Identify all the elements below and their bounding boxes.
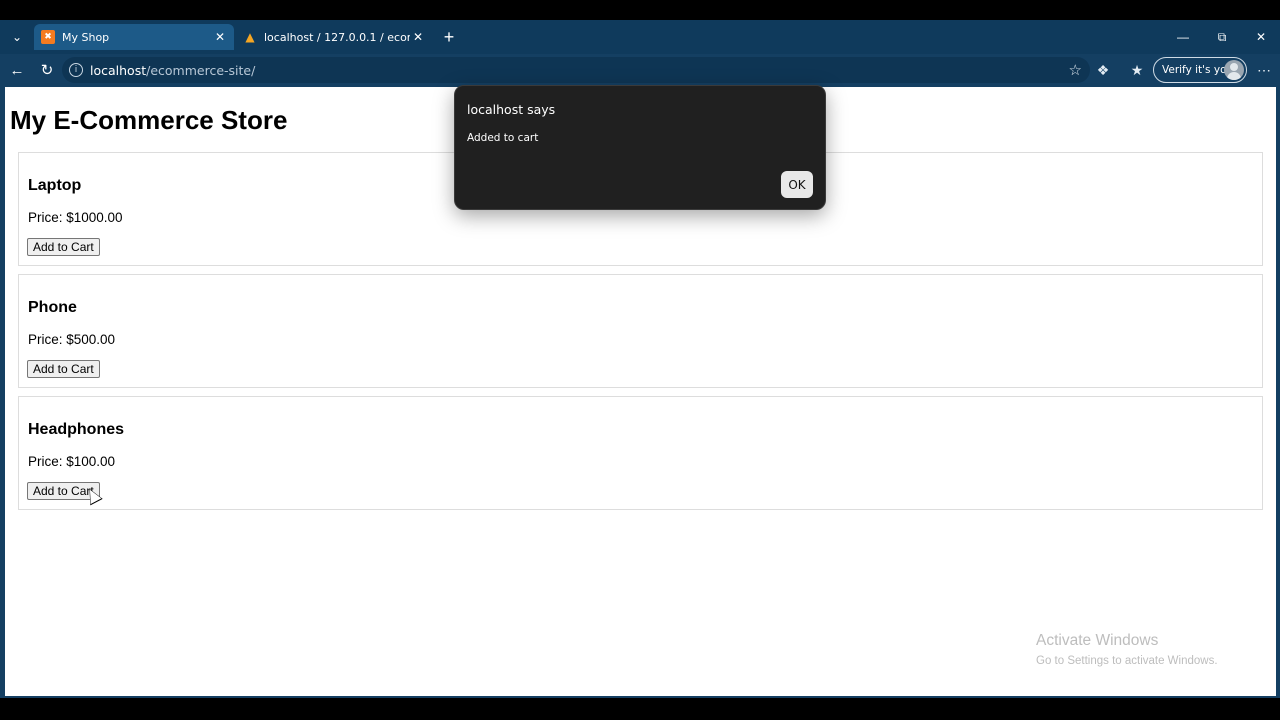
close-window-icon[interactable]: ✕ — [1246, 26, 1276, 48]
profile-button[interactable]: Verify it's you — [1153, 57, 1247, 83]
minimize-icon[interactable]: — — [1168, 26, 1198, 48]
product-name: Phone — [28, 299, 77, 316]
more-menu-icon[interactable]: ⋯ — [1253, 59, 1275, 81]
activate-windows-watermark: Activate Windows Go to Settings to activ… — [1036, 632, 1218, 667]
tab-actions-chevron-icon[interactable]: ⌄ — [4, 26, 30, 48]
tab-title: My Shop — [62, 30, 110, 44]
window-frame-right — [1276, 87, 1280, 698]
new-tab-icon[interactable]: + — [438, 26, 460, 48]
watermark-subtitle: Go to Settings to activate Windows. — [1036, 655, 1218, 667]
favorites-icon[interactable]: ★ — [1126, 59, 1148, 81]
close-tab-icon[interactable]: ✕ — [212, 30, 228, 44]
ok-button[interactable]: OK — [781, 171, 813, 198]
dialog-title: localhost says — [467, 102, 556, 117]
profile-label: Verify it's you — [1162, 64, 1234, 76]
phpmyadmin-icon: ▲ — [245, 30, 255, 44]
tab-my-shop[interactable]: ✖ My Shop ✕ — [34, 24, 234, 50]
site-info-icon[interactable]: i — [69, 63, 83, 77]
restore-icon[interactable]: ⧉ — [1207, 26, 1237, 48]
back-arrow-icon[interactable]: ← — [5, 58, 29, 82]
add-to-cart-button[interactable]: Add to Cart — [27, 360, 100, 378]
page-title: My E-Commerce Store — [10, 105, 288, 135]
url-host: localhost — [90, 62, 147, 78]
product-price: Price: $500.00 — [28, 332, 116, 347]
product-name: Laptop — [28, 177, 82, 194]
address-bar[interactable]: i localhost/ecommerce-site/ ☆ — [62, 57, 1090, 83]
product-card-phone: Phone Price: $500.00 Add to Cart — [18, 274, 1263, 388]
favorite-star-icon[interactable]: ☆ — [1069, 61, 1082, 79]
watermark-title: Activate Windows — [1036, 632, 1159, 649]
tab-phpmyadmin[interactable]: ▲ localhost / 127.0.0.1 / ecommerce ✕ — [236, 24, 432, 50]
refresh-icon[interactable]: ↻ — [35, 58, 59, 82]
window-frame-bottom — [0, 696, 1280, 698]
alert-dialog: localhost says Added to cart OK — [454, 85, 826, 210]
avatar — [1224, 60, 1244, 80]
url-path: /ecommerce-site/ — [146, 62, 256, 78]
tab-title: localhost / 127.0.0.1 / ecommerce — [264, 30, 410, 44]
product-price: Price: $100.00 — [28, 454, 116, 469]
product-price: Price: $1000.00 — [28, 210, 123, 225]
product-card-headphones: Headphones Price: $100.00 Add to Cart — [18, 396, 1263, 510]
xampp-icon: ✖ — [41, 30, 55, 44]
close-tab-icon[interactable]: ✕ — [410, 30, 426, 44]
add-to-cart-button[interactable]: Add to Cart — [27, 238, 100, 256]
product-name: Headphones — [28, 421, 125, 438]
extensions-icon[interactable]: ❖ — [1092, 59, 1114, 81]
dialog-message: Added to cart — [467, 132, 539, 144]
